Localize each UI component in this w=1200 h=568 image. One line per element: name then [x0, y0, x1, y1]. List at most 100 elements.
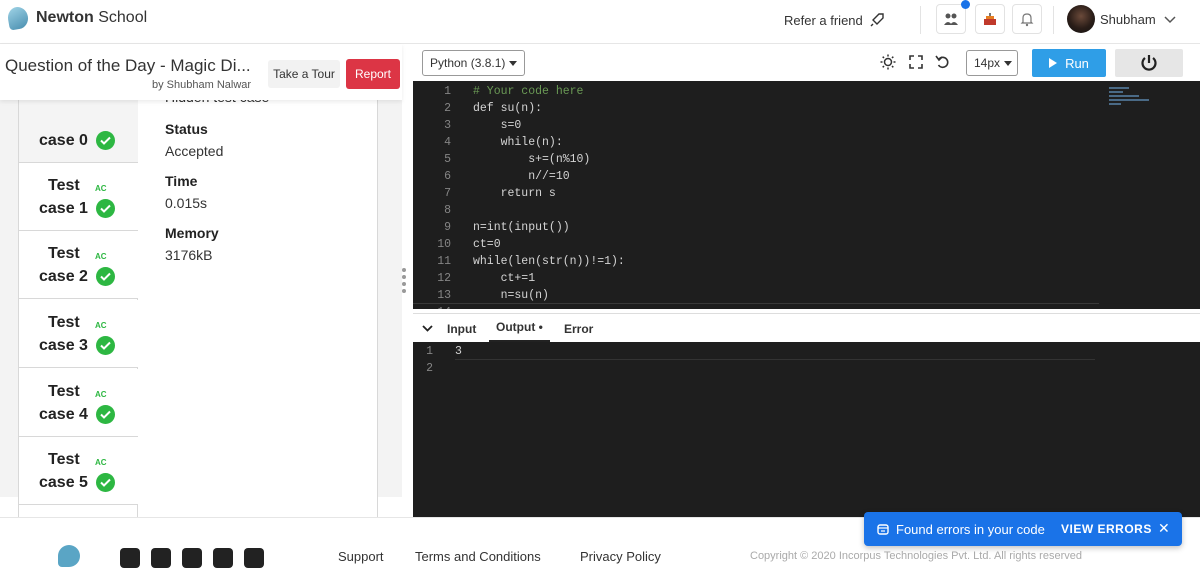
- status-block: Status Accepted: [165, 121, 223, 159]
- people-icon: [944, 13, 958, 25]
- test-case-number: case 2: [39, 268, 88, 285]
- fullscreen-icon: [909, 55, 923, 69]
- editor-minimap[interactable]: [1109, 87, 1159, 111]
- caret-down-icon: [509, 60, 518, 66]
- test-case-list: Test AC case 0 Test AC case 1 Test AC ca…: [19, 95, 138, 530]
- code-editor[interactable]: 1 # Your code here 2 def su(n): 3 s=0 4 wh…: [413, 81, 1200, 309]
- tab-error[interactable]: Error: [564, 314, 593, 343]
- code-line: 12 ct+=1: [437, 272, 536, 285]
- editor-scrollbar-track[interactable]: [413, 303, 1099, 304]
- collapse-console-button[interactable]: [422, 314, 433, 343]
- brand-logo[interactable]: Newton School: [6, 5, 147, 31]
- undo-reset-button[interactable]: [933, 52, 953, 72]
- username-label: Shubham: [1100, 12, 1156, 27]
- close-icon[interactable]: ✕: [1158, 520, 1170, 537]
- rewards-button[interactable]: [975, 4, 1005, 34]
- test-case-0[interactable]: Test AC case 0: [19, 95, 138, 163]
- test-results-panel: Test AC case 0 Test AC case 1 Test AC ca…: [18, 94, 378, 531]
- refer-friend-label: Refer a friend: [784, 12, 863, 28]
- code-line: 5 s+=(n%10): [444, 153, 591, 166]
- avatar[interactable]: [1067, 5, 1095, 33]
- error-bug-icon: [877, 524, 889, 535]
- divider: [920, 6, 921, 34]
- report-button[interactable]: Report: [346, 59, 400, 89]
- sun-icon: [880, 54, 896, 70]
- undo-icon: [935, 55, 949, 69]
- test-case-4[interactable]: Test AC case 4: [19, 369, 138, 437]
- memory-block: Memory 3176kB: [165, 225, 219, 263]
- test-case-number: case 3: [39, 337, 88, 354]
- test-case-number: case 0: [39, 132, 88, 149]
- brand-name-rest: School: [93, 9, 148, 26]
- time-block: Time 0.015s: [165, 173, 207, 211]
- footer-link-privacy[interactable]: Privacy Policy: [580, 549, 661, 564]
- code-line: 10 ct=0: [437, 238, 501, 251]
- status-value: Accepted: [165, 143, 224, 159]
- run-button[interactable]: Run: [1032, 49, 1106, 77]
- ac-badge: AC: [95, 184, 107, 193]
- view-errors-button[interactable]: VIEW ERRORS: [1061, 522, 1152, 536]
- test-case-2[interactable]: Test AC case 2: [19, 231, 138, 299]
- font-size-select[interactable]: 14px: [966, 50, 1018, 76]
- editor-pane: Python (3.8.1) 14px Run 1 # Your code her…: [410, 44, 1200, 517]
- test-case-number: case 1: [39, 200, 88, 217]
- code-line: 3 s=0: [444, 119, 522, 132]
- code-line: 7 return s: [444, 187, 556, 200]
- memory-label: Memory: [165, 225, 219, 241]
- test-case-title: Test: [48, 451, 80, 468]
- tab-output[interactable]: Output •: [489, 314, 550, 343]
- rocket-icon: [870, 13, 884, 27]
- caret-down-icon: [1004, 60, 1013, 66]
- check-icon: [96, 336, 115, 355]
- brand-name-bold: Newton: [36, 9, 94, 26]
- ac-badge: AC: [95, 390, 107, 399]
- social-links: [120, 548, 264, 568]
- check-icon: [96, 199, 115, 218]
- footer-link-terms[interactable]: Terms and Conditions: [415, 549, 541, 564]
- test-case-title: Test: [48, 383, 80, 400]
- pane-resize-handle[interactable]: [401, 268, 407, 293]
- code-line: 4 while(n):: [444, 136, 563, 149]
- check-icon: [96, 267, 115, 286]
- code-line: 6 n//=10: [444, 170, 570, 183]
- language-value: Python (3.8.1): [430, 56, 506, 70]
- test-case-title: Test: [48, 314, 80, 331]
- newton-logo-icon: [6, 5, 30, 31]
- youtube-icon[interactable]: [244, 548, 264, 568]
- status-label: Status: [165, 121, 208, 137]
- test-case-5[interactable]: Test AC case 5: [19, 437, 138, 505]
- instagram-icon[interactable]: [182, 548, 202, 568]
- top-navbar: Newton School Refer a friend Shubham: [0, 0, 1200, 44]
- twitter-icon[interactable]: [151, 548, 171, 568]
- fullscreen-button[interactable]: [906, 52, 926, 72]
- tab-input[interactable]: Input: [447, 314, 476, 343]
- user-menu[interactable]: Shubham: [1100, 12, 1176, 27]
- reset-timer-button[interactable]: [1115, 49, 1183, 77]
- ac-badge: AC: [95, 252, 107, 261]
- io-tab-bar: Input Output • Error: [413, 313, 1200, 343]
- language-select[interactable]: Python (3.8.1): [422, 50, 525, 76]
- code-line: 11 while(len(str(n))!=1):: [437, 255, 625, 268]
- code-line: 13 n=su(n): [437, 289, 549, 302]
- cake-icon: [984, 13, 996, 25]
- divider: [455, 359, 1095, 360]
- facebook-icon[interactable]: [120, 548, 140, 568]
- footer-link-support[interactable]: Support: [338, 549, 384, 564]
- question-title[interactable]: Question of the Day - Magic Di...: [5, 56, 251, 76]
- test-case-number: case 5: [39, 474, 88, 491]
- output-console[interactable]: 13 2: [413, 342, 1200, 517]
- copyright-text: Copyright © 2020 Incorpus Technologies P…: [750, 550, 1082, 562]
- play-icon: [1049, 58, 1058, 68]
- take-tour-button[interactable]: Take a Tour: [268, 60, 340, 88]
- notifications-button[interactable]: [1012, 4, 1042, 34]
- community-button[interactable]: [936, 0, 970, 34]
- test-case-3[interactable]: Test AC case 3: [19, 300, 138, 368]
- brand-name: Newton School: [36, 9, 147, 27]
- refer-friend-link[interactable]: Refer a friend: [784, 12, 885, 28]
- test-case-1[interactable]: Test AC case 1: [19, 163, 138, 231]
- question-header: Question of the Day - Magic Di... by Shu…: [0, 44, 402, 100]
- check-icon: [96, 473, 115, 492]
- code-line: 2 def su(n):: [444, 102, 543, 115]
- linkedin-icon[interactable]: [213, 548, 233, 568]
- theme-toggle-button[interactable]: [878, 52, 898, 72]
